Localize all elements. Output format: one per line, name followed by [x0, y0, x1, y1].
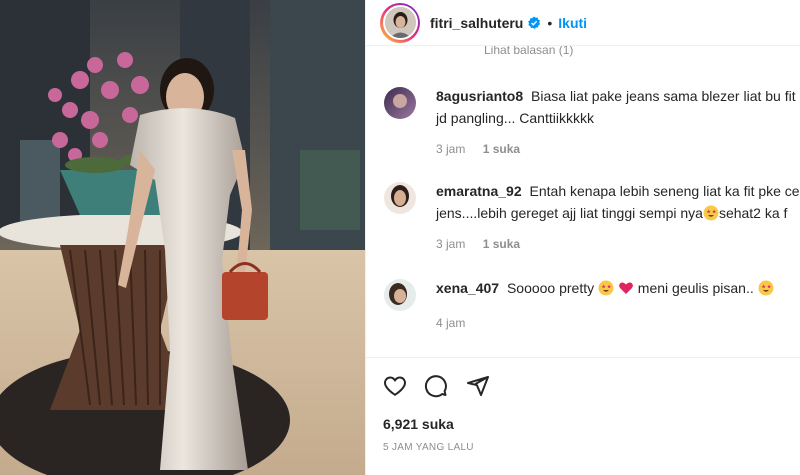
- follow-button[interactable]: Ikuti: [558, 15, 587, 31]
- comment-line-1: Sooooo pretty: [506, 280, 595, 296]
- comment-likes[interactable]: 1 suka: [483, 237, 520, 251]
- comments-list: Lihat balasan (1) 8agusrianto8 Biasa lia…: [366, 0, 800, 357]
- comment-username[interactable]: emaratna_92: [436, 183, 522, 199]
- comment-line-1: Biasa liat pake jeans sama blezer liat b…: [531, 88, 796, 104]
- header-separator: •: [547, 14, 553, 31]
- heart-outline-icon[interactable]: [383, 374, 407, 398]
- avatar[interactable]: [380, 2, 420, 43]
- comment-username[interactable]: 8agusrianto8: [436, 88, 523, 104]
- avatar[interactable]: [384, 182, 416, 214]
- comment-meta: 3 jam 1 suka: [436, 237, 534, 251]
- post-photo: [0, 0, 365, 475]
- comment-text: emaratna_92 Entah kenapa lebih seneng li…: [436, 180, 800, 224]
- comment-line-1: Entah kenapa lebih seneng liat ka fit pk…: [529, 183, 800, 199]
- paper-plane-icon[interactable]: [466, 374, 490, 398]
- star-struck-emoji-icon: [758, 280, 774, 296]
- red-heart-emoji-icon: [619, 282, 633, 294]
- avatar[interactable]: [384, 87, 416, 119]
- comment-line-2: meni geulis pisan..: [637, 280, 754, 296]
- post-actions: 6,921 suka 5 JAM YANG LALU: [366, 357, 800, 453]
- post-author-username[interactable]: fitri_salhuteru: [430, 15, 523, 31]
- comment-time[interactable]: 3 jam: [436, 237, 465, 251]
- post-likes-count[interactable]: 6,921 suka: [383, 416, 454, 432]
- comment-time[interactable]: 3 jam: [436, 142, 465, 156]
- comment-bubble-icon[interactable]: [424, 374, 448, 398]
- comment-meta: 3 jam 1 suka: [436, 142, 534, 156]
- verified-badge-icon: [528, 15, 541, 29]
- comment-text: 8agusrianto8 Biasa liat pake jeans sama …: [436, 85, 800, 129]
- comment-text: xena_407 Sooooo pretty meni geulis pisan…: [436, 277, 800, 299]
- post-header: fitri_salhuteru • Ikuti: [366, 0, 800, 46]
- comment-line-2: jens....lebih gereget ajj liat tinggi se…: [436, 205, 703, 221]
- comment-likes[interactable]: 1 suka: [483, 142, 520, 156]
- comment-line-2: jd pangling... Canttiikkkkk: [436, 110, 594, 126]
- comment-username[interactable]: xena_407: [436, 280, 499, 296]
- comment-time[interactable]: 4 jam: [436, 316, 465, 330]
- avatar[interactable]: [384, 279, 416, 311]
- comment-meta: 4 jam: [436, 316, 479, 330]
- comment-line-2b: sehat2 ka f: [718, 205, 788, 221]
- star-struck-emoji-icon: [598, 280, 614, 296]
- star-struck-emoji-icon: [703, 205, 719, 221]
- post-side-panel: Lihat balasan (1) 8agusrianto8 Biasa lia…: [365, 0, 800, 475]
- post-timestamp[interactable]: 5 JAM YANG LALU: [383, 442, 474, 453]
